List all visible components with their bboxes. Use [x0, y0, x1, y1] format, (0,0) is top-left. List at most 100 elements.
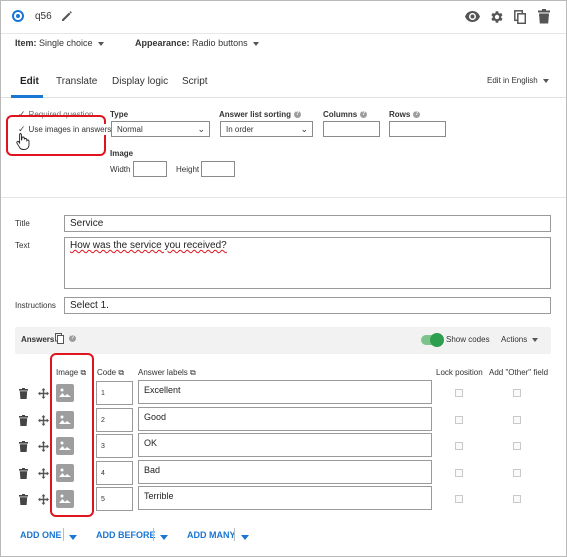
image-placeholder-icon[interactable]: [56, 463, 74, 482]
answer-label-input[interactable]: Good: [138, 406, 432, 431]
add-one-dropdown[interactable]: [69, 532, 77, 543]
add-before-dropdown[interactable]: [160, 532, 168, 543]
lock-position-checkbox[interactable]: [455, 468, 463, 477]
add-many-dropdown[interactable]: [241, 532, 249, 543]
drag-handle-icon[interactable]: [38, 388, 49, 402]
radio-type-icon: [12, 10, 24, 22]
answers-label: Answers: [21, 335, 55, 344]
answer-code-input[interactable]: 3: [96, 434, 133, 458]
tab-display-logic[interactable]: Display logic: [112, 76, 168, 87]
show-codes-toggle[interactable]: [421, 333, 444, 347]
image-placeholder-icon[interactable]: [56, 384, 74, 402]
image-placeholder-icon[interactable]: [56, 410, 74, 429]
image-placeholder-icon[interactable]: [56, 437, 74, 455]
width-input[interactable]: [133, 161, 167, 177]
height-input[interactable]: [201, 161, 235, 177]
answer-code-input[interactable]: 4: [96, 460, 133, 485]
appearance-select[interactable]: Appearance: Radio buttons: [135, 38, 259, 48]
instructions-input[interactable]: Select 1.: [64, 297, 551, 314]
drag-handle-icon[interactable]: [38, 441, 49, 455]
title-input[interactable]: Service: [64, 215, 551, 232]
add-other-checkbox[interactable]: [513, 442, 521, 450]
copy-icon[interactable]: ⧉: [118, 368, 124, 377]
answer-code-input[interactable]: 5: [96, 487, 133, 511]
lock-position-checkbox[interactable]: [455, 415, 463, 424]
item-label: Item:: [15, 38, 37, 48]
add-before-button[interactable]: ADD BEFORE: [96, 530, 156, 540]
tab-script[interactable]: Script: [182, 76, 208, 87]
answer-label-input[interactable]: Bad: [138, 459, 432, 484]
type-select[interactable]: Normal ⌄: [111, 121, 210, 137]
tab-bar: Edit Translate Display logic Script Edit…: [1, 64, 566, 98]
add-other-checkbox[interactable]: [513, 389, 521, 397]
delete-row-icon[interactable]: [19, 467, 28, 482]
delete-row-icon[interactable]: [19, 414, 28, 429]
lock-position-checkbox[interactable]: [455, 495, 463, 503]
image-section-label: Image: [110, 149, 134, 158]
add-other-checkbox[interactable]: [513, 495, 521, 503]
drag-handle-icon[interactable]: [38, 494, 49, 508]
answer-code: 4: [101, 469, 105, 477]
chevron-down-icon: [241, 535, 249, 540]
title-label: Title: [15, 219, 30, 228]
edit-language-select[interactable]: Edit in English: [487, 76, 549, 85]
copy-answers-icon[interactable]: [55, 333, 64, 347]
delete-row-icon[interactable]: [19, 494, 28, 508]
copy-icon[interactable]: [514, 10, 527, 27]
answer-code: 2: [101, 416, 105, 424]
gear-icon[interactable]: [489, 10, 503, 27]
chevron-down-icon: [97, 41, 104, 46]
help-icon[interactable]: ?: [360, 111, 368, 119]
help-icon[interactable]: ?: [69, 335, 76, 342]
columns-input[interactable]: [323, 121, 380, 137]
type-label: Type: [110, 110, 129, 119]
tab-edit[interactable]: Edit: [20, 76, 39, 87]
tab-translate[interactable]: Translate: [56, 76, 97, 87]
code-column-header: Code ⧉: [97, 368, 124, 378]
edit-language-label: Edit in English: [487, 76, 538, 85]
answer-code-input[interactable]: 1: [96, 381, 133, 405]
chevron-down-icon: ⌄: [197, 124, 205, 134]
text-label: Text: [15, 241, 30, 250]
use-images-checkbox[interactable]: ✓ Use images in answers: [18, 124, 112, 135]
add-one-button[interactable]: ADD ONE: [20, 530, 62, 540]
edit-pencil-icon[interactable]: [60, 9, 74, 26]
preview-eye-icon[interactable]: [465, 11, 480, 25]
chevron-down-icon: [160, 535, 168, 540]
lock-position-checkbox[interactable]: [455, 389, 463, 397]
chevron-down-icon: [532, 337, 539, 342]
delete-row-icon[interactable]: [19, 441, 28, 455]
help-icon[interactable]: ?: [413, 111, 421, 119]
help-icon[interactable]: ?: [294, 111, 302, 119]
item-value: Single choice: [39, 38, 93, 48]
delete-row-icon[interactable]: [19, 388, 28, 402]
lock-position-checkbox[interactable]: [455, 442, 463, 450]
add-other-checkbox[interactable]: [513, 415, 521, 424]
rows-input[interactable]: [389, 121, 446, 137]
image-placeholder-icon[interactable]: [56, 490, 74, 508]
chevron-down-icon: [69, 535, 77, 540]
sorting-label-text: Answer list sorting: [219, 110, 292, 119]
answer-label: Bad: [144, 464, 161, 475]
add-many-button[interactable]: ADD MANY: [187, 530, 236, 540]
drag-handle-icon[interactable]: [38, 467, 49, 482]
actions-menu[interactable]: Actions: [501, 335, 539, 344]
question-header: [1, 1, 566, 34]
item-type-select[interactable]: Item: Single choice: [15, 38, 104, 48]
answer-code: 3: [101, 443, 105, 450]
hand-cursor-icon: [16, 132, 30, 153]
add-other-checkbox[interactable]: [513, 468, 521, 477]
sorting-select[interactable]: In order ⌄: [220, 121, 313, 137]
type-value: Normal: [117, 125, 143, 134]
answer-label-input[interactable]: OK: [138, 433, 432, 457]
text-input[interactable]: How was the service you received?: [64, 237, 551, 289]
answer-label-input[interactable]: Excellent: [138, 380, 432, 404]
answer-code-input[interactable]: 2: [96, 407, 133, 432]
other-column-header: Add "Other" field: [489, 368, 549, 377]
delete-trash-icon[interactable]: [538, 9, 550, 27]
answer-label-input[interactable]: Terrible: [138, 486, 432, 510]
drag-handle-icon[interactable]: [38, 414, 49, 429]
copy-icon[interactable]: ⧉: [190, 368, 196, 377]
labels-column-header: Answer labels ⧉: [138, 368, 196, 378]
sorting-label: Answer list sorting?: [219, 110, 302, 119]
